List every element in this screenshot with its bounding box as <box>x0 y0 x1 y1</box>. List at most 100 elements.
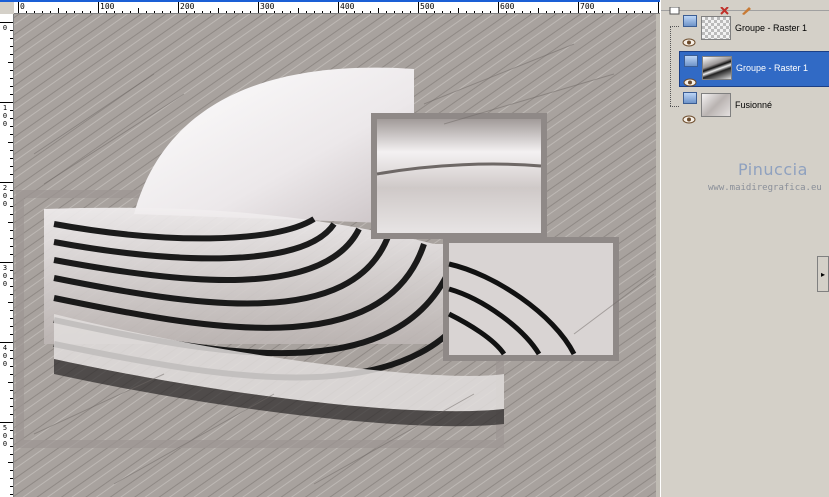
ruler-tick <box>10 438 13 439</box>
ruler-tick <box>10 126 13 127</box>
ruler-tick <box>10 166 13 167</box>
ruler-tick <box>10 326 13 327</box>
layer-name: Groupe - Raster 1 <box>736 63 809 73</box>
ruler-label: 0 <box>20 2 25 11</box>
ruler-tick <box>10 270 13 271</box>
ruler-tick <box>10 286 13 287</box>
ruler-corner <box>0 0 14 14</box>
ruler-tick <box>10 190 13 191</box>
visibility-eye-icon[interactable] <box>683 72 697 87</box>
ruler-tick <box>10 254 13 255</box>
ruler-tick <box>10 150 13 151</box>
ruler-tick <box>10 86 13 87</box>
ruler-tick <box>10 454 13 455</box>
ruler-tick <box>10 54 13 55</box>
ruler-tick <box>98 2 99 13</box>
layer-group-icon <box>683 15 697 27</box>
ruler-tick <box>10 30 13 31</box>
layer-row[interactable]: Groupe - Raster 1 <box>679 51 829 87</box>
ruler-tick <box>578 2 579 13</box>
visibility-eye-icon[interactable] <box>682 32 696 47</box>
ruler-tick <box>18 2 19 13</box>
layer-name: Groupe - Raster 1 <box>735 23 808 33</box>
edit-layer-icon[interactable] <box>741 0 753 15</box>
ruler-tick <box>10 414 13 415</box>
ruler-label: 500 <box>420 2 435 11</box>
ruler-tick <box>10 70 13 71</box>
ruler-label: 1 0 0 <box>2 104 8 128</box>
ruler-tick <box>8 462 13 463</box>
vertical-ruler: 0 1 0 0 2 0 0 3 0 0 4 0 0 5 0 0 <box>0 14 14 497</box>
layer-row[interactable]: Groupe - Raster 1 <box>679 12 829 48</box>
ruler-tick <box>10 470 13 471</box>
ruler-tick <box>10 94 13 95</box>
ruler-tick <box>10 110 13 111</box>
image-workspace[interactable]: 0 100 200 300 400 500 600 700 0 1 0 0 2 0 0 3 0 0 4… <box>0 0 660 497</box>
ruler-tick <box>338 2 339 13</box>
layer-row[interactable]: Fusionné <box>679 89 829 125</box>
ruler-label: 300 <box>260 2 275 11</box>
ruler-tick <box>0 342 13 343</box>
ruler-tick <box>0 22 13 23</box>
ruler-tick <box>10 310 13 311</box>
ruler-label: 400 <box>340 2 355 11</box>
ruler-tick <box>418 2 419 13</box>
layers-palette: Groupe - Raster 1 Groupe - Raster 1 Fusi… <box>660 0 829 497</box>
horizontal-ruler: 0 100 200 300 400 500 600 700 <box>14 0 660 14</box>
ruler-tick <box>10 118 13 119</box>
ruler-tick <box>10 358 13 359</box>
ruler-tick <box>10 318 13 319</box>
layer-thumbnail <box>702 56 732 80</box>
ruler-tick <box>10 134 13 135</box>
ruler-tick <box>10 406 13 407</box>
ruler-tick <box>10 78 13 79</box>
ruler-tick <box>10 278 13 279</box>
ruler-label: 100 <box>100 2 115 11</box>
ruler-tick <box>178 2 179 13</box>
ruler-tick <box>10 158 13 159</box>
visibility-eye-icon[interactable] <box>682 109 696 124</box>
new-layer-icon[interactable] <box>669 0 681 15</box>
ruler-tick <box>0 262 13 263</box>
tree-connector <box>670 106 679 107</box>
ruler-label: 5 0 0 <box>2 424 8 448</box>
ruler-tick <box>10 46 13 47</box>
ruler-tick <box>0 102 13 103</box>
ruler-tick <box>10 374 13 375</box>
artwork-image <box>14 14 656 497</box>
ruler-label: 700 <box>580 2 595 11</box>
palette-collapse-button[interactable]: ▸ <box>817 256 829 292</box>
ruler-tick <box>10 206 13 207</box>
ruler-tick <box>10 294 13 295</box>
ruler-label: 200 <box>180 2 195 11</box>
ruler-label: 3 0 0 <box>2 264 8 288</box>
ruler-label: 600 <box>500 2 515 11</box>
ruler-label: 0 <box>2 24 8 32</box>
ruler-tick <box>10 198 13 199</box>
ruler-tick <box>498 2 499 13</box>
ruler-tick <box>8 62 13 63</box>
palette-toolbar <box>661 0 829 15</box>
ruler-tick <box>10 350 13 351</box>
ruler-tick <box>0 182 13 183</box>
image-canvas[interactable] <box>14 14 656 497</box>
ruler-tick <box>10 478 13 479</box>
ruler-tick <box>10 174 13 175</box>
ruler-tick <box>8 302 13 303</box>
ruler-tick <box>8 142 13 143</box>
delete-layer-icon[interactable] <box>719 0 731 15</box>
ruler-tick <box>10 366 13 367</box>
ruler-tick <box>8 222 13 223</box>
ruler-tick <box>258 2 259 13</box>
ruler-tick <box>10 214 13 215</box>
layer-name: Fusionné <box>735 100 773 110</box>
layer-thumbnail <box>701 16 731 40</box>
layer-thumbnail <box>701 93 731 117</box>
ruler-tick <box>10 398 13 399</box>
watermark-name: Pinuccia <box>738 160 808 179</box>
ruler-tick <box>10 230 13 231</box>
ruler-tick <box>10 238 13 239</box>
ruler-tick <box>10 494 13 495</box>
layer-group-icon <box>684 55 698 67</box>
ruler-tick <box>10 446 13 447</box>
